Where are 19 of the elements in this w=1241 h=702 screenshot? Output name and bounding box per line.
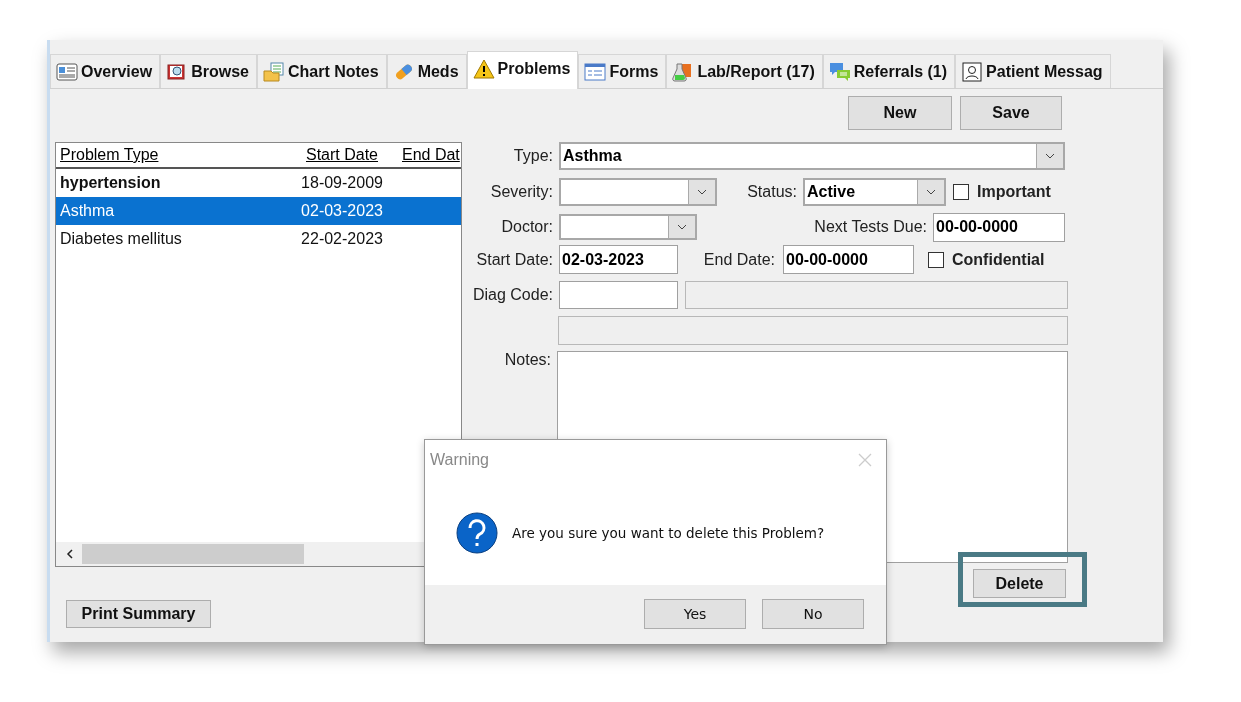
dialog-message: Are you sure you want to delete this Problem?: [512, 524, 825, 541]
table-cell-text: hypertension: [59, 174, 162, 192]
table-cell-text: 18-09-2009: [300, 174, 384, 192]
field-label: Diag Code:: [471, 286, 553, 304]
table-cell-text: Asthma: [59, 202, 116, 220]
field-label: Doctor:: [500, 218, 553, 236]
checkbox-label: Important: [977, 183, 1051, 201]
checkbox-label: Confidential: [952, 250, 1045, 269]
field-label: Type:: [512, 147, 553, 165]
field-label: Severity:: [489, 183, 553, 201]
field-label: Status:: [746, 183, 797, 201]
table-cell-text: Diabetes mellitus: [59, 230, 183, 248]
field-label: Start Date:: [475, 250, 553, 269]
dialog-title: Warning: [430, 451, 489, 469]
field-label: Next Tests Due:: [813, 218, 927, 236]
table-cell-text: 02-03-2023: [300, 202, 384, 220]
table-cell-text: 22-02-2023: [300, 230, 384, 248]
field-label: End Date:: [702, 250, 775, 269]
field-label: Notes:: [503, 351, 551, 369]
